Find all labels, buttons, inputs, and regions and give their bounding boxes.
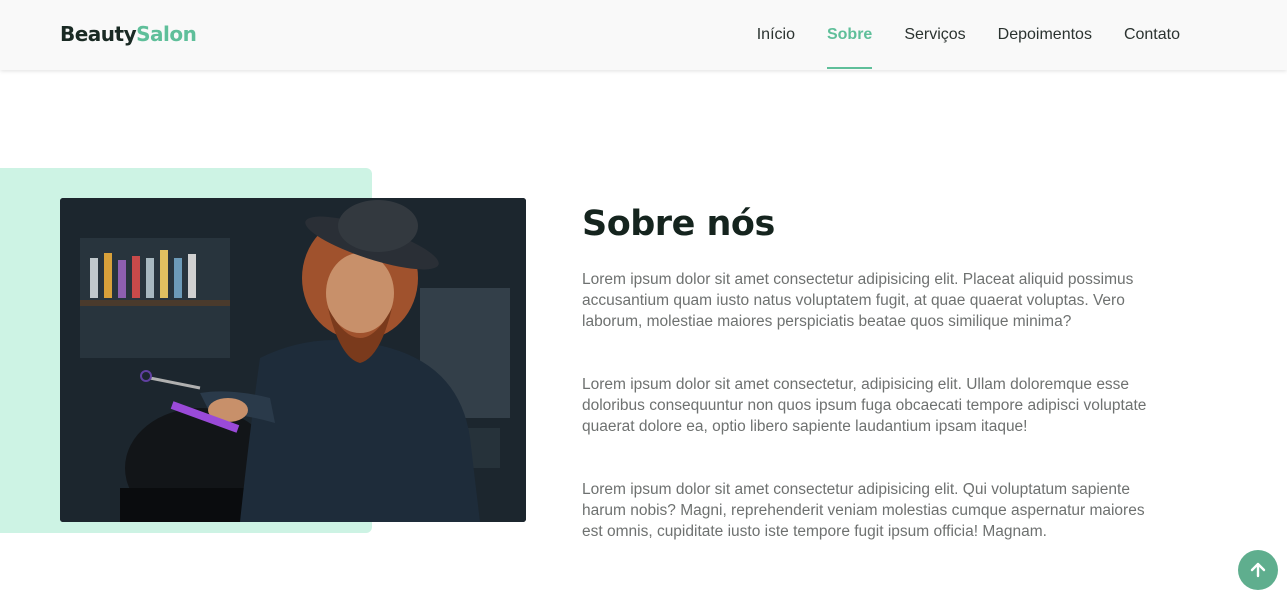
about-paragraph-3: Lorem ipsum dolor sit amet consectetur a… (582, 481, 1145, 540)
barber-photo (60, 198, 526, 522)
nav-item-inicio[interactable]: Início (757, 0, 795, 70)
about-paragraph-2: Lorem ipsum dolor sit amet consectetur, … (582, 376, 1147, 435)
site-header: BeautySalon Início Sobre Serviços Depoim… (0, 0, 1287, 70)
main-nav: Início Sobre Serviços Depoimentos Contat… (725, 0, 1180, 70)
about-title: Sobre nós (582, 204, 775, 244)
back-to-top-button[interactable] (1238, 550, 1278, 590)
nav-item-depoimentos[interactable]: Depoimentos (998, 0, 1092, 70)
nav-item-servicos[interactable]: Serviços (904, 0, 965, 70)
arrow-up-icon (1250, 562, 1266, 578)
logo-text-salon: Salon (136, 22, 197, 46)
about-paragraph-1: Lorem ipsum dolor sit amet consectetur a… (582, 271, 1134, 330)
logo[interactable]: BeautySalon (60, 22, 197, 46)
barber-photo-illustration (60, 198, 526, 522)
nav-item-contato[interactable]: Contato (1124, 0, 1180, 70)
logo-text-beauty: Beauty (60, 22, 137, 46)
nav-item-sobre[interactable]: Sobre (826, 0, 873, 70)
